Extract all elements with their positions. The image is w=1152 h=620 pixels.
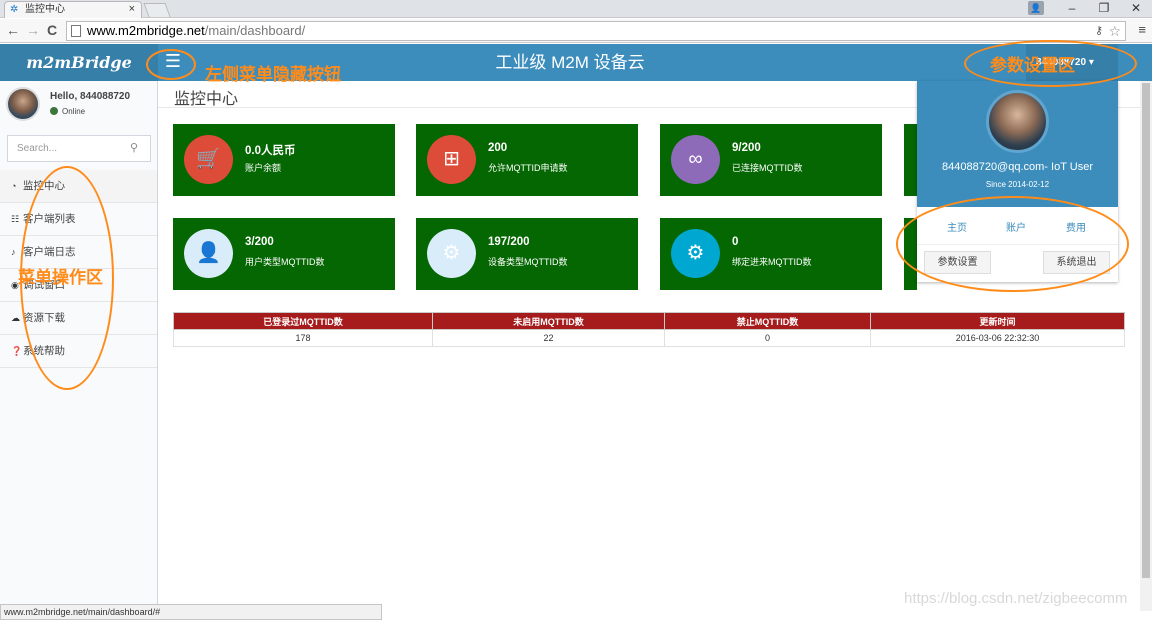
table-cell: 2016-03-06 22:32:30 bbox=[870, 329, 1125, 347]
browser-menu-icon[interactable]: ≡ bbox=[1138, 22, 1146, 37]
info-box-label: 已连接MQTTID数 bbox=[732, 163, 803, 173]
table-header-row: 已登录过MQTTID数 未启用MQTTID数 禁止MQTTID数 更新时间 bbox=[173, 312, 1125, 330]
table-cell: 22 bbox=[432, 329, 665, 347]
info-box-value: 0 bbox=[732, 236, 739, 248]
page-scrollbar[interactable] bbox=[1140, 81, 1152, 611]
info-box-connected: ∞ 9/200 已连接MQTTID数 bbox=[660, 124, 882, 196]
table-cell: 178 bbox=[173, 329, 433, 347]
user-email: 844088720@qq.com- IoT User bbox=[942, 161, 1093, 173]
user-panel: Hello, 844088720 Online bbox=[6, 87, 152, 123]
table-header: 禁止MQTTID数 bbox=[664, 312, 871, 330]
info-box-bound: ⚙ 0 绑定进来MQTTID数 bbox=[660, 218, 882, 290]
list-icon: ☷ bbox=[11, 214, 20, 224]
search-placeholder: Search... bbox=[17, 143, 58, 154]
online-status: Online bbox=[50, 107, 85, 116]
info-box-label: 账户余额 bbox=[245, 163, 282, 173]
sitemap-icon: ⊞ bbox=[427, 135, 476, 184]
browser-tab[interactable]: ✲ 监控中心 × bbox=[4, 1, 142, 18]
info-box-value: 9/200 bbox=[732, 142, 761, 154]
table-header: 未启用MQTTID数 bbox=[432, 312, 665, 330]
info-box-device-type: ⚙ 197/200 设备类型MQTTID数 bbox=[416, 218, 638, 290]
scrollbar-thumb[interactable] bbox=[1142, 83, 1150, 578]
avatar bbox=[6, 87, 40, 121]
info-box-value: 200 bbox=[488, 142, 508, 154]
browser-tab-strip: ✲ 监控中心 × 👤 – ❐ ✕ bbox=[0, 0, 1152, 18]
gears-icon: ⚙ bbox=[671, 229, 720, 278]
info-box-allowed: ⊞ 200 允许MQTTID申请数 bbox=[416, 124, 638, 196]
minimize-icon[interactable]: – bbox=[1056, 0, 1088, 18]
mqtt-stats-table: 已登录过MQTTID数 未启用MQTTID数 禁止MQTTID数 更新时间 17… bbox=[173, 312, 1125, 347]
cart-icon: 🛒 bbox=[184, 135, 233, 184]
tab-title: 监控中心 bbox=[25, 4, 65, 15]
new-tab-button[interactable] bbox=[143, 3, 171, 17]
info-box-label: 允许MQTTID申请数 bbox=[488, 163, 568, 173]
user-icon: 👤 bbox=[184, 229, 233, 278]
info-box-label: 用户类型MQTTID数 bbox=[245, 257, 325, 267]
question-icon: ❓ bbox=[11, 346, 23, 356]
user-dropdown-header: 844088720@qq.com- IoT User Since 2014-02… bbox=[917, 81, 1118, 207]
window-controls: – ❐ ✕ bbox=[1056, 0, 1152, 18]
profile-icon[interactable]: 👤 bbox=[1028, 1, 1044, 15]
link-icon: ∞ bbox=[671, 135, 720, 184]
gear-icon: ⚙ bbox=[427, 229, 476, 278]
online-dot-icon bbox=[50, 107, 58, 115]
info-box-value: 3/200 bbox=[245, 236, 274, 248]
table-cell: 0 bbox=[664, 329, 871, 347]
reload-icon[interactable]: C bbox=[47, 22, 57, 38]
site-favicon-icon: ✲ bbox=[10, 4, 19, 15]
address-bar[interactable]: www.m2mbridge.net/main/dashboard/ ⚷ ☆ bbox=[66, 21, 1126, 41]
info-box-partial bbox=[904, 124, 917, 196]
browser-toolbar: ← → C www.m2mbridge.net/main/dashboard/ … bbox=[0, 19, 1152, 43]
close-window-icon[interactable]: ✕ bbox=[1120, 0, 1152, 18]
table-header: 已登录过MQTTID数 bbox=[173, 312, 433, 330]
avatar bbox=[986, 90, 1049, 153]
info-box-value: 197/200 bbox=[488, 236, 530, 248]
info-box-user-type: 👤 3/200 用户类型MQTTID数 bbox=[173, 218, 395, 290]
member-since: Since 2014-02-12 bbox=[985, 180, 1050, 189]
info-box-balance: 🛒 0.0人民币 账户余额 bbox=[173, 124, 395, 196]
page-icon bbox=[71, 25, 81, 37]
search-icon[interactable]: ⚲ bbox=[130, 136, 138, 161]
annotation-params: 参数设置区 bbox=[990, 56, 1075, 75]
browser-status-bar: www.m2mbridge.net/main/dashboard/# bbox=[0, 604, 382, 620]
restore-icon[interactable]: ❐ bbox=[1088, 0, 1120, 18]
search-input[interactable]: Search... ⚲ bbox=[7, 135, 151, 162]
url-domain: www.m2mbridge.net bbox=[87, 23, 205, 38]
key-icon[interactable]: ⚷ bbox=[1095, 22, 1103, 40]
table-header: 更新时间 bbox=[870, 312, 1125, 330]
info-box-label: 设备类型MQTTID数 bbox=[488, 257, 568, 267]
info-box-label: 绑定进来MQTTID数 bbox=[732, 257, 812, 267]
dashboard-icon: ◔ bbox=[11, 181, 17, 191]
table-row: 178 22 0 2016-03-06 22:32:30 bbox=[173, 329, 1125, 347]
annotation-menu-area: 菜单操作区 bbox=[18, 268, 103, 287]
forward-icon[interactable]: → bbox=[26, 22, 40, 38]
annotation-oval bbox=[896, 196, 1129, 292]
bookmark-star-icon[interactable]: ☆ bbox=[1108, 22, 1121, 40]
page-title: 监控中心 bbox=[174, 91, 239, 108]
user-greeting: Hello, 844088720 bbox=[50, 91, 131, 102]
watermark: https://blog.csdn.net/zigbeecomm bbox=[904, 590, 1128, 607]
annotation-oval bbox=[146, 49, 196, 80]
info-box-value: 0.0人民币 bbox=[245, 145, 296, 157]
tab-close-icon[interactable]: × bbox=[129, 2, 135, 17]
url-path: /main/dashboard/ bbox=[204, 23, 306, 38]
annotation-menu-toggle: 左侧菜单隐藏按钮 bbox=[205, 65, 341, 84]
back-icon[interactable]: ← bbox=[6, 22, 20, 38]
